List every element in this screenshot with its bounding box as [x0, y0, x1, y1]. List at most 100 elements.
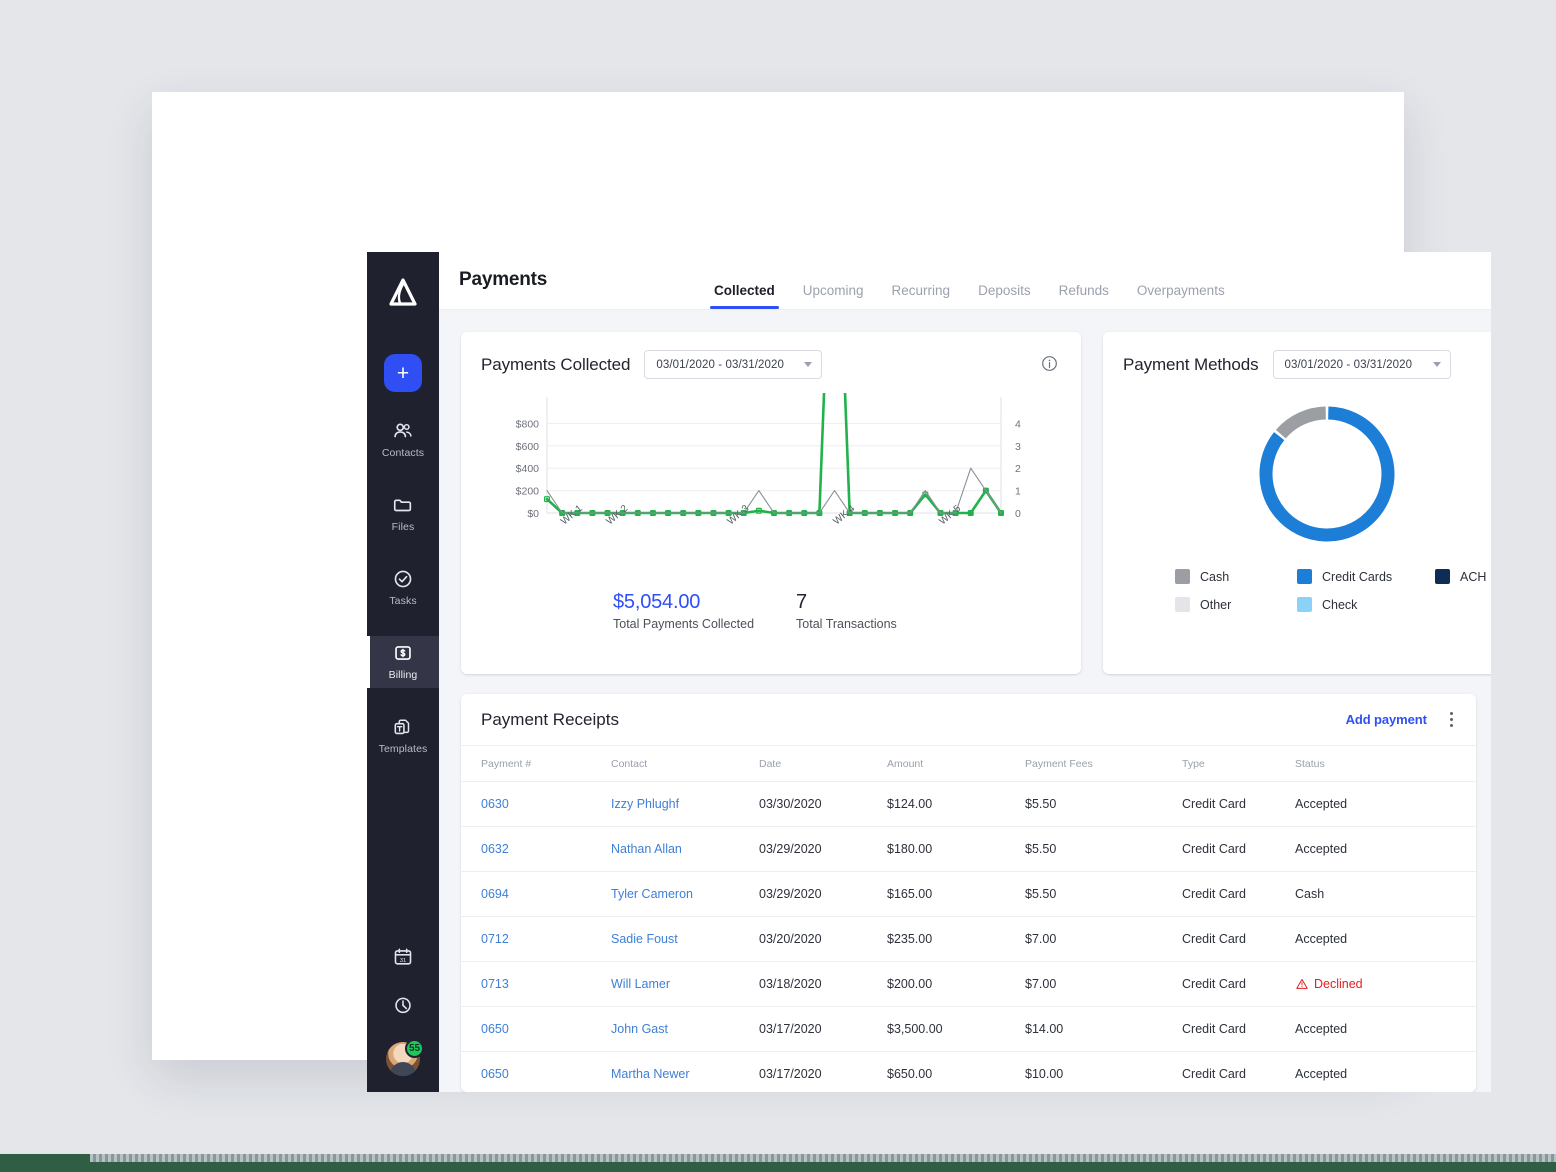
cell-payment-number[interactable]: 0630 [461, 782, 611, 827]
card-header: Payment Methods 03/01/2020 - 03/31/2020 [1123, 350, 1491, 379]
svg-text:3: 3 [1015, 441, 1021, 453]
cell-payment-fees: $5.50 [1025, 782, 1182, 827]
sidebar-bottom-group: 31 55 [367, 946, 439, 1076]
chevron-down-icon [804, 362, 812, 367]
page-sheet: + Contacts [152, 92, 1404, 1060]
cell-status: Cash [1295, 872, 1476, 917]
cell-contact-name[interactable]: Sadie Foust [611, 917, 759, 962]
column-header-status: Status [1295, 746, 1476, 782]
sidebar-item-contacts[interactable]: Contacts [367, 414, 439, 466]
sidebar-item-files[interactable]: Files [367, 488, 439, 540]
cell-payment-fees: $5.50 [1025, 827, 1182, 872]
table-row[interactable]: 0694Tyler Cameron03/29/2020$165.00$5.50C… [461, 872, 1476, 917]
cell-payment-number[interactable]: 0650 [461, 1052, 611, 1093]
total-payments-block: $5,054.00 Total Payments Collected [613, 591, 754, 631]
cell-payment-number[interactable]: 0650 [461, 1007, 611, 1052]
cell-status: Accepted [1295, 782, 1476, 827]
cell-type: Credit Card [1182, 962, 1295, 1007]
add-payment-button[interactable]: Add payment [1346, 712, 1427, 727]
table-row[interactable]: 0630Izzy Phlughf03/30/2020$124.00$5.50Cr… [461, 782, 1476, 827]
tab-collected[interactable]: Collected [714, 283, 775, 309]
payments-line-chart: $0$200$400$600$80001234WK 1WK 2WK 3WK 4W… [481, 393, 1061, 559]
sidebar-item-tasks[interactable]: Tasks [367, 562, 439, 614]
tab-recurring[interactable]: Recurring [892, 283, 951, 309]
total-payments-label: Total Payments Collected [613, 617, 754, 631]
table-row[interactable]: 0650John Gast03/17/2020$3,500.00$14.00Cr… [461, 1007, 1476, 1052]
info-circle-icon[interactable] [1040, 354, 1059, 378]
cell-amount: $124.00 [887, 782, 1025, 827]
templates-icon [392, 716, 414, 738]
legend-item-credit-cards: Credit Cards [1297, 569, 1435, 584]
svg-text:$0: $0 [527, 508, 539, 520]
total-payments-value: $5,054.00 [613, 591, 754, 614]
timer-icon[interactable] [392, 994, 414, 1016]
table-row[interactable]: 0712Sadie Foust03/20/2020$235.00$7.00Cre… [461, 917, 1476, 962]
table-row[interactable]: 0650Martha Newer03/17/2020$650.00$10.00C… [461, 1052, 1476, 1093]
column-header-amount: Amount [887, 746, 1025, 782]
tab-bar: Collected Upcoming Recurring Deposits Re… [714, 283, 1225, 309]
sidebar-item-templates[interactable]: Templates [367, 710, 439, 762]
cell-contact-name[interactable]: John Gast [611, 1007, 759, 1052]
cell-payment-fees: $14.00 [1025, 1007, 1182, 1052]
svg-text:0: 0 [1015, 508, 1021, 520]
more-vertical-icon[interactable] [1445, 709, 1458, 730]
cell-amount: $3,500.00 [887, 1007, 1025, 1052]
cell-contact-name[interactable]: Will Lamer [611, 962, 759, 1007]
receipts-table: Payment # Contact Date Amount Payment Fe… [461, 746, 1476, 1092]
screen-background: + Contacts [0, 0, 1556, 1172]
cell-amount: $200.00 [887, 962, 1025, 1007]
svg-text:$600: $600 [516, 441, 540, 453]
cell-payment-number[interactable]: 0712 [461, 917, 611, 962]
methods-date-range-select[interactable]: 03/01/2020 - 03/31/2020 [1273, 350, 1451, 379]
payments-collected-card: Payments Collected 03/01/2020 - 03/31/20… [461, 332, 1081, 674]
cell-contact-name[interactable]: Izzy Phlughf [611, 782, 759, 827]
receipts-actions: Add payment [1346, 709, 1458, 730]
triangle-logo-icon[interactable] [386, 276, 420, 310]
tab-deposits[interactable]: Deposits [978, 283, 1031, 309]
cell-amount: $165.00 [887, 872, 1025, 917]
legend-label: Check [1322, 598, 1357, 612]
cell-type: Credit Card [1182, 917, 1295, 962]
column-header-date: Date [759, 746, 887, 782]
tab-upcoming[interactable]: Upcoming [803, 283, 864, 309]
plus-icon: + [397, 363, 409, 384]
column-header-contact: Contact [611, 746, 759, 782]
table-row[interactable]: 0632Nathan Allan03/29/2020$180.00$5.50Cr… [461, 827, 1476, 872]
svg-text:WK 2: WK 2 [604, 503, 630, 527]
payment-receipts-card: Payment Receipts Add payment Payment # C… [461, 694, 1476, 1092]
sidebar-item-label: Files [392, 521, 415, 533]
cell-contact-name[interactable]: Nathan Allan [611, 827, 759, 872]
app-window: + Contacts [367, 252, 1491, 1092]
table-row[interactable]: 0713Will Lamer03/18/2020$200.00$7.00Cred… [461, 962, 1476, 1007]
tab-overpayments[interactable]: Overpayments [1137, 283, 1225, 309]
sidebar-item-billing[interactable]: Billing [367, 636, 439, 688]
cell-type: Credit Card [1182, 1052, 1295, 1093]
cell-payment-number[interactable]: 0632 [461, 827, 611, 872]
legend-item-cash: Cash [1175, 569, 1297, 584]
desktop-bottom-band [0, 1154, 1556, 1172]
avatar[interactable]: 55 [386, 1042, 420, 1076]
legend-label: Other [1200, 598, 1231, 612]
cell-type: Credit Card [1182, 872, 1295, 917]
cell-payment-fees: $7.00 [1025, 962, 1182, 1007]
tab-refunds[interactable]: Refunds [1059, 283, 1109, 309]
cell-contact-name[interactable]: Martha Newer [611, 1052, 759, 1093]
cell-payment-number[interactable]: 0713 [461, 962, 611, 1007]
cell-amount: $235.00 [887, 917, 1025, 962]
cell-payment-number[interactable]: 0694 [461, 872, 611, 917]
cell-contact-name[interactable]: Tyler Cameron [611, 872, 759, 917]
avatar-notification-badge: 55 [405, 1039, 424, 1058]
topbar: Payments Collected Upcoming Recurring De… [439, 252, 1491, 310]
cell-date: 03/30/2020 [759, 782, 887, 827]
legend-row: Cash Credit Cards ACH [1175, 569, 1486, 584]
legend-item-ach: ACH [1435, 569, 1486, 584]
legend-swatch [1297, 569, 1312, 584]
calendar-31-icon[interactable]: 31 [392, 946, 414, 968]
collected-date-range-select[interactable]: 03/01/2020 - 03/31/2020 [644, 350, 822, 379]
cell-type: Credit Card [1182, 827, 1295, 872]
table-body: 0630Izzy Phlughf03/30/2020$124.00$5.50Cr… [461, 782, 1476, 1093]
add-button[interactable]: + [384, 354, 422, 392]
receipts-header: Payment Receipts Add payment [461, 694, 1476, 746]
folder-icon [392, 494, 414, 516]
legend-swatch [1175, 597, 1190, 612]
